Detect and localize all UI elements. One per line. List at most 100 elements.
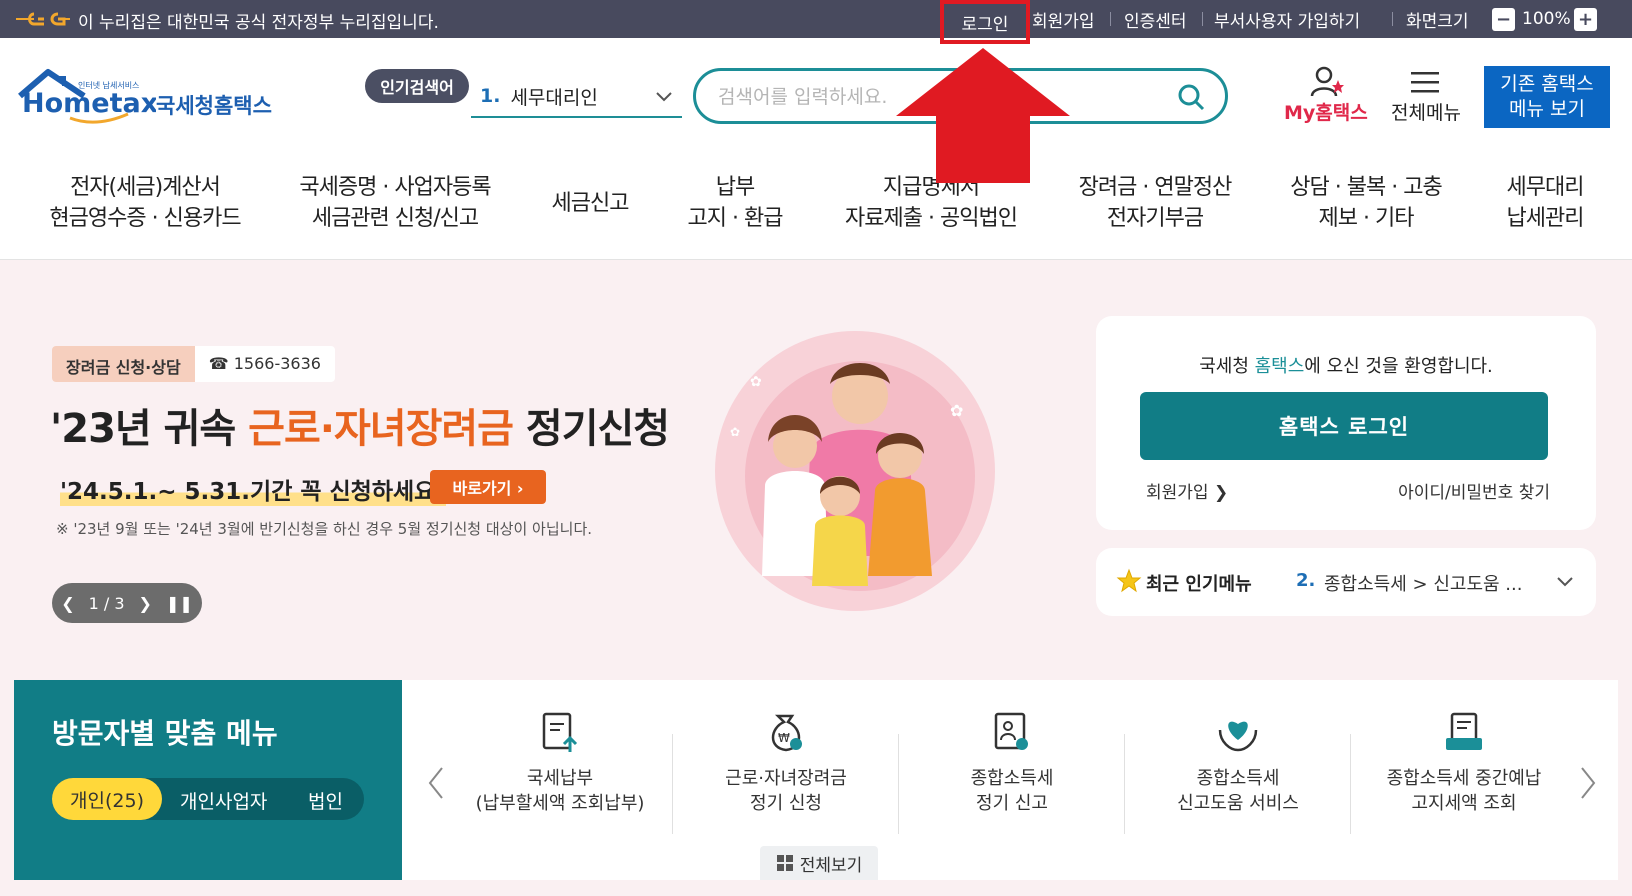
all-menu-link[interactable]: 전체메뉴 <box>1391 98 1461 125</box>
my-hometax-user-icon[interactable] <box>1310 66 1344 98</box>
my-hometax-link[interactable]: My홈택스 <box>1284 98 1368 125</box>
banner-tag-label: 장려금 신청·상담 <box>52 346 195 382</box>
hamburger-menu-icon[interactable] <box>1410 70 1440 94</box>
banner-go-button[interactable]: 바로가기 › <box>430 470 546 504</box>
banner-note: ※ '23년 9월 또는 '24년 3월에 반기신청을 하신 경우 5월 정기신… <box>56 520 593 538</box>
visitor-menu: 방문자별 맞춤 메뉴 개인(25) 개인사업자 법인 <box>14 680 402 880</box>
chevron-down-icon[interactable] <box>1556 574 1574 588</box>
banner-title-post: 정기신청 <box>512 406 670 452</box>
banner-title: '23년 귀속 근로·자녀장려금 정기신청 <box>50 396 670 454</box>
svg-text:✿: ✿ <box>750 374 762 390</box>
quick-label-line1: 종합소득세 <box>1196 768 1280 789</box>
logo-korean-text: 국세청홈택스 <box>156 94 272 118</box>
banner-subtitle: '24.5.1.~ 5.31.기간 꼭 신청하세요! <box>60 472 446 506</box>
quick-menu-panel: 국세납부 (납부할세액 조회납부) ₩ 근로·자녀장려금 정기 신청 종합소득세… <box>402 680 1618 880</box>
hometax-house-icon: 인터넷 납세서비스 Hometax. <box>18 69 168 124</box>
pause-icon[interactable]: ❚❚ <box>166 594 193 613</box>
svg-text:₩: ₩ <box>778 731 790 745</box>
old-hometax-menu-button[interactable]: 기존 홈택스 메뉴 보기 <box>1484 66 1610 128</box>
gov-emblem-icon <box>16 12 70 26</box>
quick-label-line2: 정기 신고 <box>976 793 1048 814</box>
nav-item-certificate[interactable]: 국세증명 · 사업자등록 세금관련 신청/신고 <box>290 172 500 234</box>
nav-label-line1: 세무대리 <box>1506 175 1585 200</box>
nav-label-line1: 상담 · 불복 · 고충 <box>1290 175 1442 200</box>
top-login-link[interactable]: 로그인 <box>940 0 1030 44</box>
heart-hands-icon <box>1218 721 1258 752</box>
tab-business[interactable]: 개인사업자 <box>180 787 267 814</box>
popular-search-select[interactable]: 1. 세무대리인 <box>471 76 682 118</box>
main-nav: 전자(세금)계산서현금영수증 · 신용카드 국세증명 · 사업자등록 세금관련 신… <box>0 150 1632 260</box>
top-signup-link[interactable]: 회원가입 <box>1032 0 1095 38</box>
divider <box>1202 12 1203 26</box>
quick-label-line2: 신고도움 서비스 <box>1177 793 1299 814</box>
next-slide-icon[interactable]: ❯ <box>139 594 152 613</box>
document-upload-icon <box>542 712 578 752</box>
quick-item-income-tax-help[interactable]: 종합소득세 신고도움 서비스 <box>1125 710 1351 816</box>
nav-item-consult[interactable]: 상담 · 불복 · 고충제보 · 기타 <box>1276 172 1456 234</box>
nav-label-line1: 국세증명 · 사업자등록 <box>299 175 491 200</box>
zoom-value: 100% <box>1522 9 1571 29</box>
logo-brand-text: Hometax. <box>22 88 156 119</box>
red-up-arrow-annotation <box>896 48 1070 183</box>
nav-label-line1: 납부 <box>715 175 755 200</box>
nav-label-line2: 현금영수증 · 신용카드 <box>49 206 241 231</box>
quick-label-line1: 근로·자녀장려금 <box>725 768 847 789</box>
dept-signup-link[interactable]: 부서사용자 가입하기 <box>1214 0 1360 38</box>
banner-title-pre: '23년 귀속 <box>50 406 249 452</box>
tab-corporation[interactable]: 법인 <box>308 787 343 814</box>
quick-label-line2: 정기 신청 <box>750 793 822 814</box>
prev-slide-icon[interactable]: ❮ <box>61 594 74 613</box>
zoom-in-button[interactable]: + <box>1574 8 1597 31</box>
popular-search-badge: 인기검색어 <box>365 69 469 103</box>
divider <box>1392 12 1393 26</box>
nav-item-invoice[interactable]: 전자(세금)계산서현금영수증 · 신용카드 <box>40 172 250 234</box>
hometax-logo[interactable]: 인터넷 납세서비스 Hometax. <box>16 68 168 134</box>
screen-size-label: 화면크기 <box>1406 11 1469 32</box>
nav-item-payment[interactable]: 납부 고지 · 환급 <box>670 172 800 234</box>
quick-label-line1: 종합소득세 <box>970 768 1054 789</box>
visitor-menu-title: 방문자별 맞춤 메뉴 <box>52 717 278 750</box>
nav-label-line2: 납세관리 <box>1506 206 1585 231</box>
cert-center-link[interactable]: 인증센터 <box>1124 0 1187 38</box>
signup-link[interactable]: 회원가입 ❯ <box>1146 478 1228 503</box>
search-icon[interactable] <box>1177 83 1205 111</box>
quick-label-line1: 국세납부 <box>526 768 594 789</box>
quick-item-income-tax-report[interactable]: 종합소득세 정기 신고 <box>899 710 1125 816</box>
find-id-password-link[interactable]: 아이디/비밀번호 찾기 <box>1398 478 1550 503</box>
chevron-down-icon <box>656 92 672 102</box>
gov-bar: 이 누리집은 대한민국 공식 전자정부 누리집입니다. 로그인 회원가입 인증센… <box>0 0 1632 44</box>
popular-rank: 1. <box>480 85 501 107</box>
welcome-pre: 국세청 <box>1199 356 1255 377</box>
quick-item-tax-payment[interactable]: 국세납부 (납부할세액 조회납부) <box>447 710 673 816</box>
recent-menu-rank: 2. <box>1296 570 1316 591</box>
nav-item-tax-agent[interactable]: 세무대리납세관리 <box>1490 172 1600 234</box>
quick-label-line2: 고지세액 조회 <box>1411 793 1517 814</box>
view-all-button[interactable]: 전체보기 <box>760 846 878 880</box>
svg-text:✿: ✿ <box>730 425 740 439</box>
nav-label-line2: 제보 · 기타 <box>1318 206 1415 231</box>
nav-label-line1: 전자(세금)계산서 <box>70 175 221 200</box>
quick-item-incentive[interactable]: ₩ 근로·자녀장려금 정기 신청 <box>673 710 899 816</box>
zoom-out-button[interactable]: − <box>1492 8 1515 31</box>
welcome-post: 에 오신 것을 환영합니다. <box>1304 356 1493 377</box>
recent-popular-menu[interactable]: 최근 인기메뉴 2. 종합소득세 > 신고도움 ... <box>1096 548 1596 616</box>
hometax-login-button[interactable]: 홈택스 로그인 <box>1140 392 1548 460</box>
gov-notice-text: 이 누리집은 대한민국 공식 전자정부 누리집입니다. <box>78 13 439 33</box>
nav-label-line2: 전자기부금 <box>1106 206 1204 231</box>
quick-label-line1: 종합소득세 중간예납 <box>1386 768 1542 789</box>
money-bag-icon: ₩ <box>771 714 802 752</box>
login-card: 국세청 홈택스에 오신 것을 환영합니다. 홈택스 로그인 회원가입 ❯ 아이디… <box>1096 316 1596 530</box>
popular-term: 세무대리인 <box>510 86 598 109</box>
chevron-right-icon[interactable] <box>1578 766 1598 800</box>
nav-label-line2: 자료제출 · 공익법인 <box>845 206 1018 231</box>
top-login-label: 로그인 <box>961 14 1009 35</box>
recent-menu-title: 최근 인기메뉴 <box>1146 574 1252 595</box>
nav-item-tax-report[interactable]: 세금신고 <box>530 188 650 219</box>
quick-item-interim-prepayment[interactable]: 종합소득세 중간예납 고지세액 조회 <box>1351 710 1577 816</box>
banner-title-highlight: 근로·자녀장려금 <box>248 406 514 452</box>
nav-item-incentive[interactable]: 장려금 · 연말정산 전자기부금 <box>1060 172 1250 234</box>
person-document-icon <box>994 712 1028 750</box>
chevron-left-icon[interactable] <box>426 766 446 800</box>
tab-personal[interactable]: 개인(25) <box>52 778 162 820</box>
welcome-highlight: 홈택스 <box>1254 356 1305 377</box>
